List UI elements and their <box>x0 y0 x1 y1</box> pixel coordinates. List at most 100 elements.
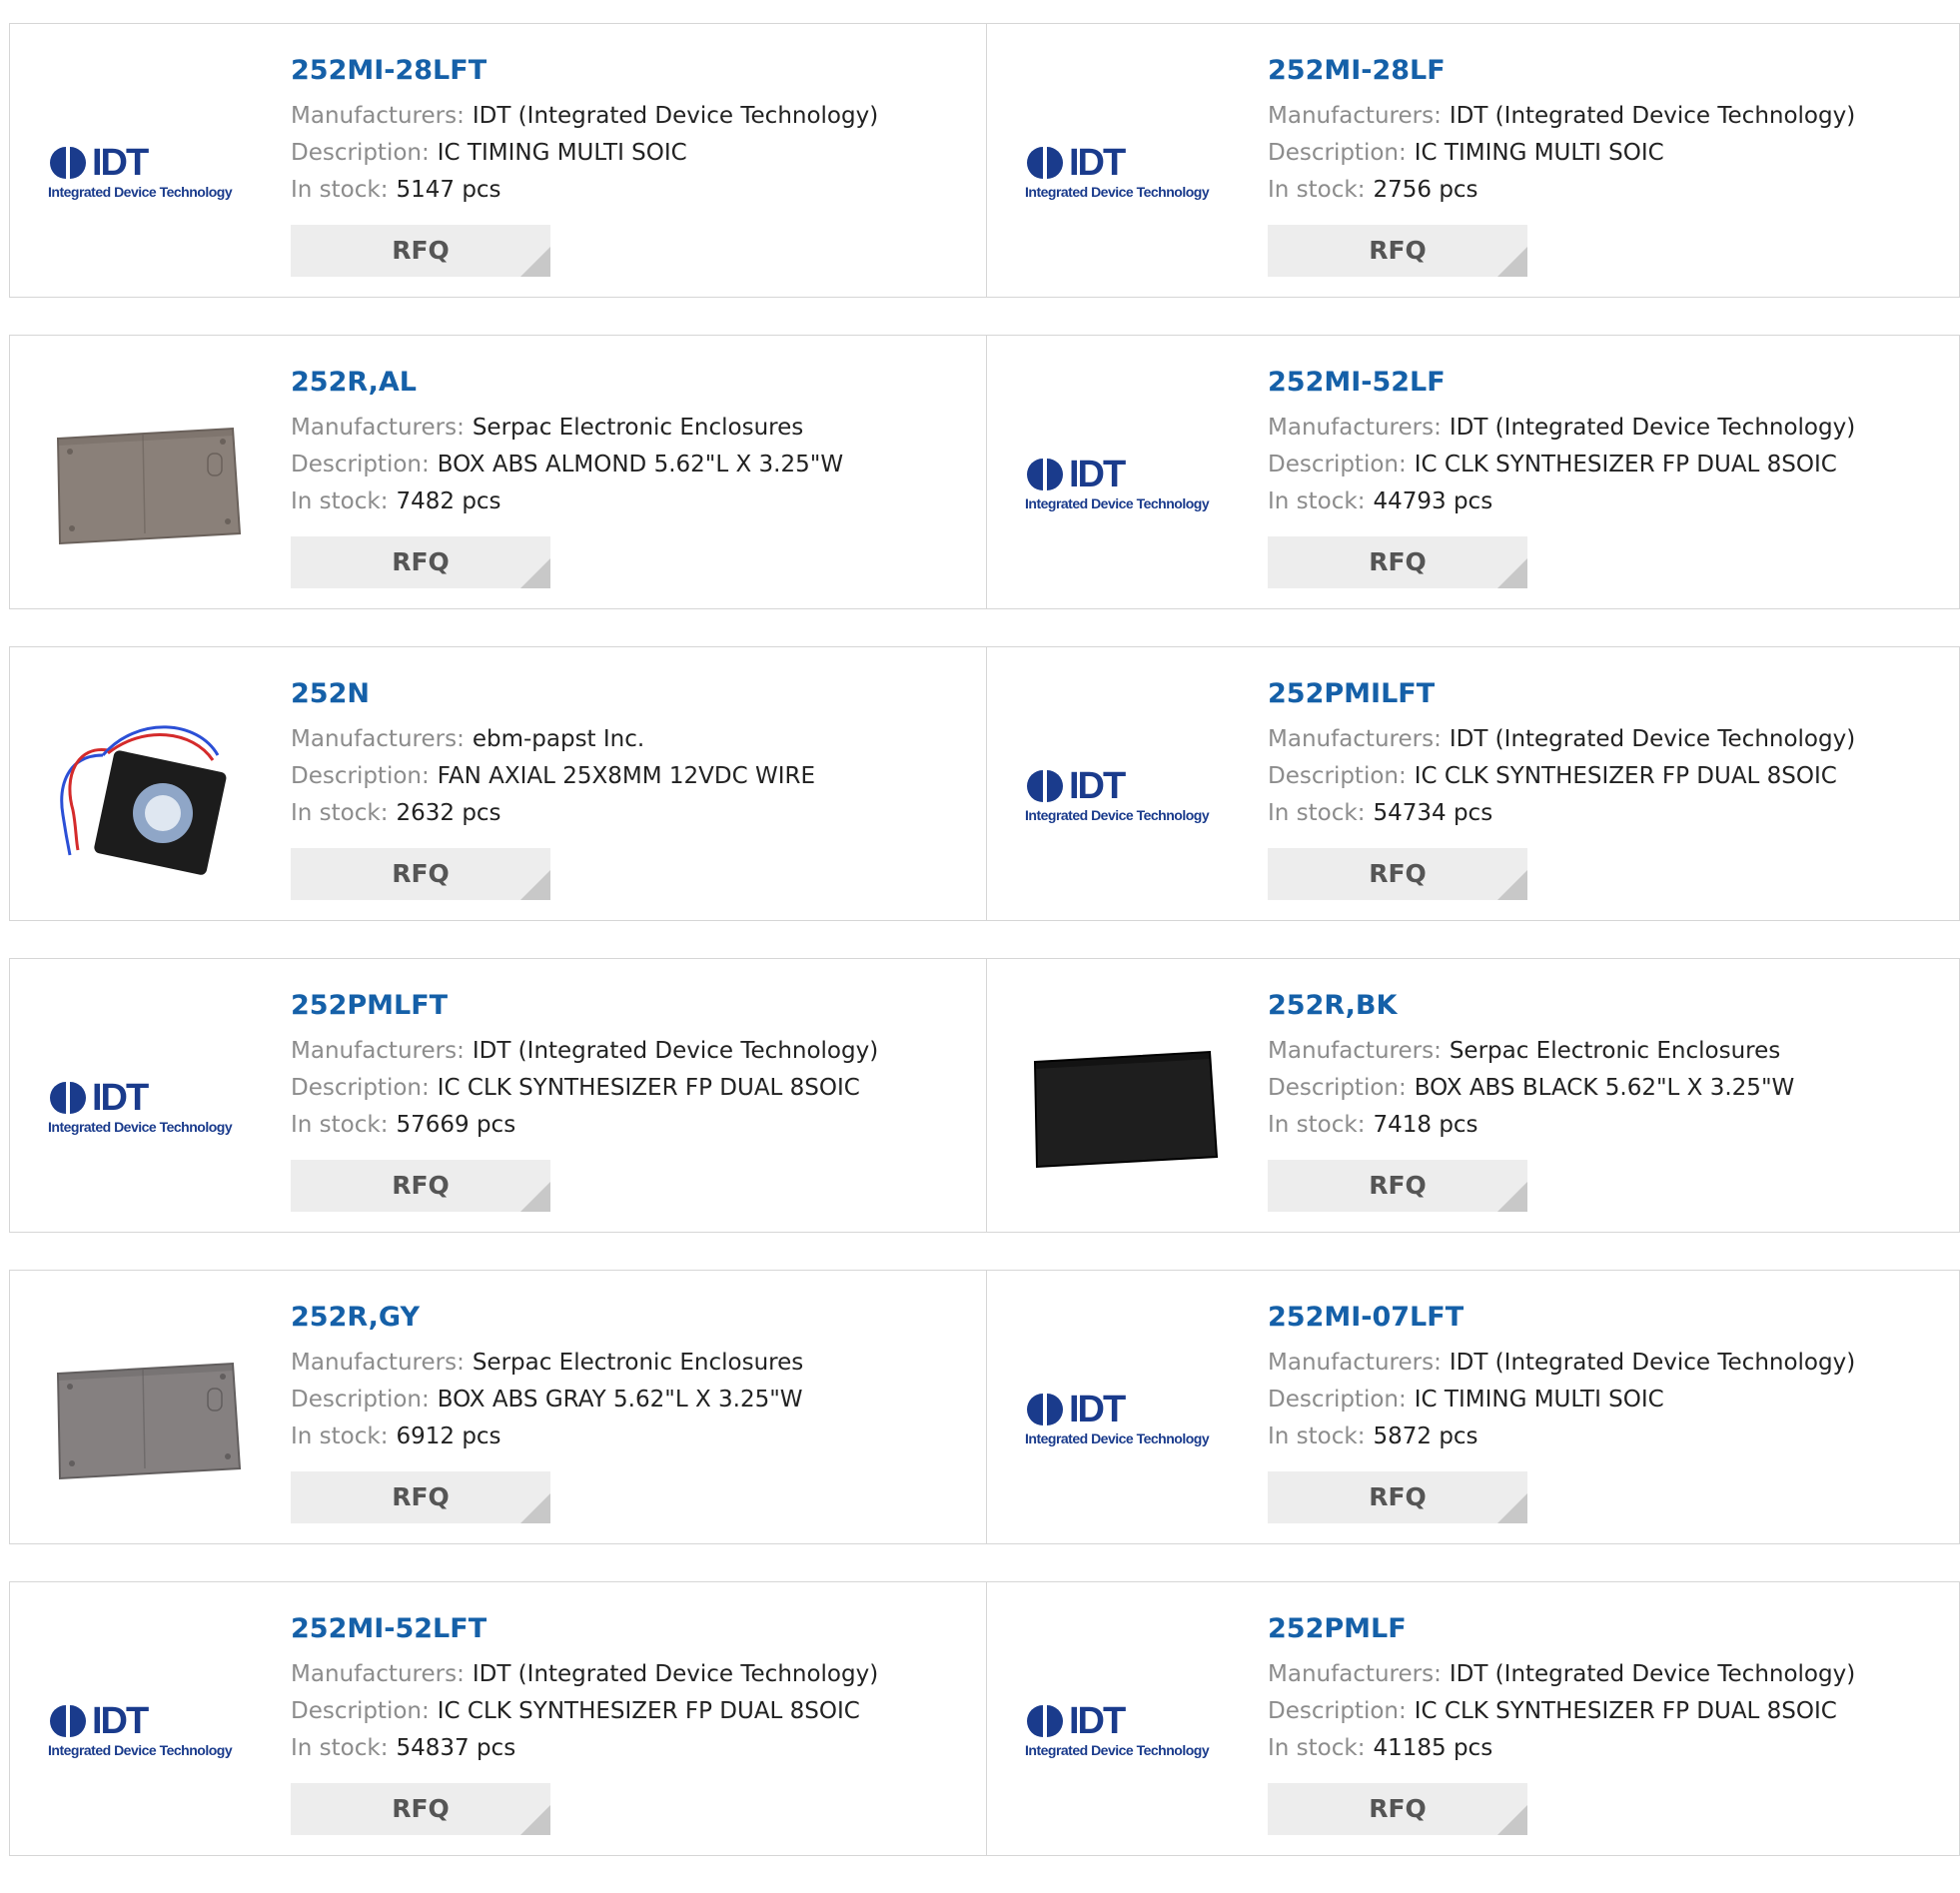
idt-tagline: Integrated Device Technology <box>1025 184 1210 200</box>
rfq-label: RFQ <box>1369 236 1427 265</box>
description-label: Description: <box>1268 1075 1407 1101</box>
idt-logo: IDT Integrated Device Technology <box>1025 767 1225 823</box>
manufacturer-value: IDT (Integrated Device Technology) <box>1449 415 1856 441</box>
manufacturer-value: IDT (Integrated Device Technology) <box>472 1661 879 1687</box>
part-number-link[interactable]: 252MI-52LF <box>1268 366 1855 400</box>
idt-mark-icon <box>1027 770 1063 802</box>
description-value: IC TIMING MULTI SOIC <box>1414 1387 1664 1413</box>
rfq-button[interactable]: RFQ <box>1268 1471 1527 1523</box>
rfq-button[interactable]: RFQ <box>1268 848 1527 900</box>
manufacturer-value: IDT (Integrated Device Technology) <box>1449 1661 1856 1687</box>
stock-value: 2756 pcs <box>1373 177 1478 203</box>
part-number-link[interactable]: 252MI-52LFT <box>291 1612 878 1646</box>
manufacturer-value: IDT (Integrated Device Technology) <box>1449 1350 1856 1376</box>
idt-tagline: Integrated Device Technology <box>48 1742 233 1758</box>
stock-value: 2632 pcs <box>396 800 501 826</box>
product-card: IDT Integrated Device Technology 252MI-52… <box>987 335 1960 609</box>
product-image[interactable] <box>48 695 248 895</box>
part-number-link[interactable]: 252PMLFT <box>291 989 878 1023</box>
rfq-button[interactable]: RFQ <box>291 848 550 900</box>
stock-value: 41185 pcs <box>1373 1735 1493 1761</box>
rfq-button[interactable]: RFQ <box>291 1783 550 1835</box>
product-card: 252R,AL Manufacturers: Serpac Electronic … <box>9 335 987 609</box>
rfq-button[interactable]: RFQ <box>1268 1160 1527 1212</box>
idt-mark-icon <box>50 147 86 179</box>
corner-triangle-icon <box>1497 247 1527 277</box>
rfq-label: RFQ <box>1369 1171 1427 1200</box>
in-stock-label: In stock: <box>1268 488 1366 514</box>
idt-logo: IDT Integrated Device Technology <box>1025 456 1225 511</box>
description-label: Description: <box>1268 140 1407 166</box>
idt-tagline: Integrated Device Technology <box>1025 1430 1210 1446</box>
product-row: 252N Manufacturers: ebm-papst Inc. Descri… <box>9 646 1960 921</box>
part-number-link[interactable]: 252R,AL <box>291 366 843 400</box>
manufacturers-label: Manufacturers: <box>1268 1661 1442 1687</box>
stock-value: 7482 pcs <box>396 488 501 514</box>
product-image[interactable]: IDT Integrated Device Technology <box>48 1007 248 1207</box>
description-label: Description: <box>1268 1698 1407 1724</box>
rfq-button[interactable]: RFQ <box>1268 1783 1527 1835</box>
rfq-button[interactable]: RFQ <box>1268 225 1527 277</box>
stock-value: 5147 pcs <box>396 177 501 203</box>
stock-value: 44793 pcs <box>1373 488 1493 514</box>
corner-triangle-icon <box>520 1182 550 1212</box>
idt-logo: IDT Integrated Device Technology <box>48 1079 248 1135</box>
description-label: Description: <box>291 1387 430 1413</box>
part-number-link[interactable]: 252PMILFT <box>1268 677 1855 711</box>
part-number-link[interactable]: 252R,GY <box>291 1301 803 1335</box>
in-stock-label: In stock: <box>291 800 389 826</box>
product-image[interactable]: IDT Integrated Device Technology <box>48 72 248 272</box>
corner-triangle-icon <box>1497 1805 1527 1835</box>
part-number-link[interactable]: 252R,BK <box>1268 989 1794 1023</box>
product-image[interactable] <box>48 1319 248 1518</box>
rfq-label: RFQ <box>392 859 450 888</box>
in-stock-label: In stock: <box>1268 177 1366 203</box>
description-value: BOX ABS GRAY 5.62"L X 3.25"W <box>437 1387 803 1413</box>
description-label: Description: <box>1268 452 1407 477</box>
rfq-button[interactable]: RFQ <box>291 1471 550 1523</box>
manufacturers-label: Manufacturers: <box>291 1661 465 1687</box>
description-label: Description: <box>1268 763 1407 789</box>
description-label: Description: <box>291 140 430 166</box>
product-image[interactable]: IDT Integrated Device Technology <box>1025 1630 1225 1830</box>
product-image[interactable] <box>1025 1007 1225 1207</box>
stock-value: 5872 pcs <box>1373 1423 1478 1449</box>
product-card: IDT Integrated Device Technology 252MI-52… <box>9 1581 987 1856</box>
idt-mark-icon <box>50 1082 86 1114</box>
stock-value: 6912 pcs <box>396 1423 501 1449</box>
manufacturers-label: Manufacturers: <box>291 1038 465 1064</box>
idt-tagline: Integrated Device Technology <box>1025 807 1210 823</box>
manufacturers-label: Manufacturers: <box>291 415 465 441</box>
product-image[interactable]: IDT Integrated Device Technology <box>1025 72 1225 272</box>
rfq-button[interactable]: RFQ <box>291 1160 550 1212</box>
manufacturer-value: IDT (Integrated Device Technology) <box>472 1038 879 1064</box>
rfq-button[interactable]: RFQ <box>291 225 550 277</box>
idt-mark-icon <box>1027 1705 1063 1737</box>
idt-mark-icon <box>1027 459 1063 490</box>
product-row: IDT Integrated Device Technology 252PMLFT… <box>9 958 1960 1233</box>
part-number-link[interactable]: 252MI-28LF <box>1268 54 1855 88</box>
rfq-button[interactable]: RFQ <box>1268 536 1527 588</box>
description-value: FAN AXIAL 25X8MM 12VDC WIRE <box>437 763 816 789</box>
manufacturers-label: Manufacturers: <box>1268 103 1442 129</box>
product-image[interactable] <box>48 384 248 583</box>
part-number-link[interactable]: 252PMLF <box>1268 1612 1855 1646</box>
product-image[interactable]: IDT Integrated Device Technology <box>1025 384 1225 583</box>
part-number-link[interactable]: 252N <box>291 677 815 711</box>
product-image[interactable]: IDT Integrated Device Technology <box>48 1630 248 1830</box>
manufacturers-label: Manufacturers: <box>291 103 465 129</box>
rfq-button[interactable]: RFQ <box>291 536 550 588</box>
part-number-link[interactable]: 252MI-07LFT <box>1268 1301 1855 1335</box>
product-image[interactable]: IDT Integrated Device Technology <box>1025 1319 1225 1518</box>
in-stock-label: In stock: <box>1268 1423 1366 1449</box>
description-label: Description: <box>291 452 430 477</box>
manufacturers-label: Manufacturers: <box>1268 415 1442 441</box>
in-stock-label: In stock: <box>291 177 389 203</box>
description-value: IC CLK SYNTHESIZER FP DUAL 8SOIC <box>437 1075 860 1101</box>
stock-value: 57669 pcs <box>396 1112 516 1138</box>
part-number-link[interactable]: 252MI-28LFT <box>291 54 878 88</box>
product-image[interactable]: IDT Integrated Device Technology <box>1025 695 1225 895</box>
product-card: IDT Integrated Device Technology 252MI-28… <box>987 23 1960 298</box>
product-row: 252R,AL Manufacturers: Serpac Electronic … <box>9 335 1960 609</box>
idt-mark-icon <box>1027 1394 1063 1425</box>
